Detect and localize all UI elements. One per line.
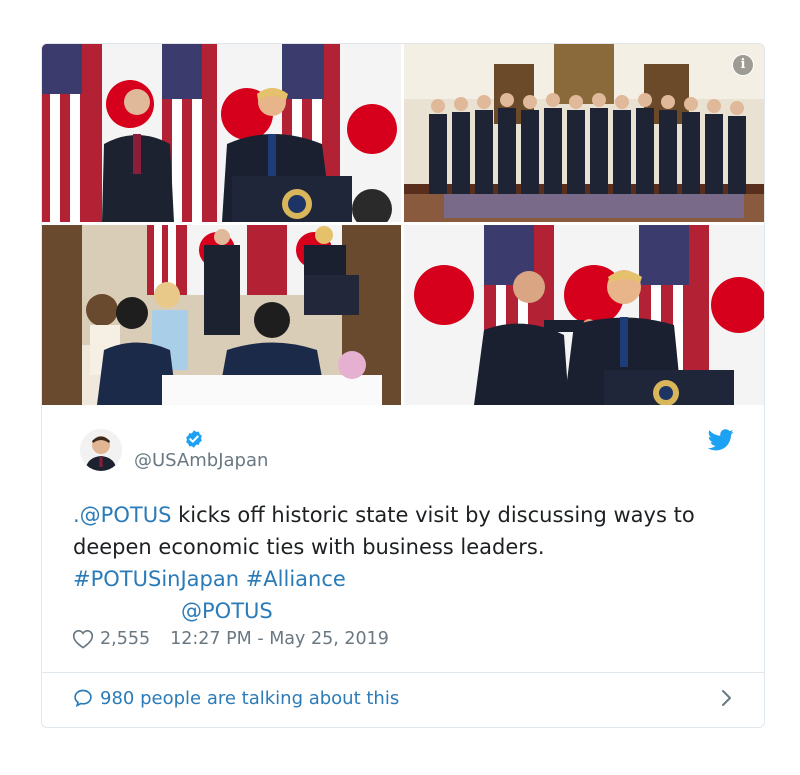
mention-line-link[interactable]: @POTUS — [73, 599, 273, 623]
divider — [42, 672, 764, 673]
photo-group[interactable]: i — [404, 44, 764, 222]
tweet-meta: 2,555 12:27 PM - May 25, 2019 — [72, 629, 389, 649]
talking-about-text[interactable]: 980 people are talking about this — [100, 688, 399, 709]
tweet-card: i @USAmbJapan .@POTUS kicks off historic… — [41, 43, 765, 728]
heart-icon[interactable] — [72, 629, 94, 649]
like-count[interactable]: 2,555 — [100, 629, 150, 649]
tweet-author[interactable]: @USAmbJapan — [80, 429, 268, 471]
photo-dinner[interactable] — [42, 225, 401, 405]
hashtag-links[interactable]: #POTUSinJapan #Alliance — [73, 567, 346, 591]
tweet-text: .@POTUS kicks off historic state visit b… — [73, 499, 743, 627]
tweet-timestamp[interactable]: 12:27 PM - May 25, 2019 — [170, 629, 389, 649]
photo-podium-flags[interactable] — [42, 44, 401, 222]
twitter-bird-icon[interactable] — [708, 429, 734, 451]
avatar[interactable] — [80, 429, 122, 471]
chevron-right-icon[interactable] — [720, 687, 734, 709]
author-handle[interactable]: @USAmbJapan — [134, 450, 268, 471]
speech-bubble-icon — [74, 689, 92, 708]
verified-badge-icon — [186, 430, 202, 448]
photo-podium-pointing[interactable] — [404, 225, 764, 405]
photo-grid[interactable]: i — [42, 44, 764, 405]
info-icon[interactable]: i — [732, 54, 754, 76]
mention-link[interactable]: .@POTUS — [73, 503, 171, 527]
conversation-link[interactable]: 980 people are talking about this — [73, 687, 734, 709]
